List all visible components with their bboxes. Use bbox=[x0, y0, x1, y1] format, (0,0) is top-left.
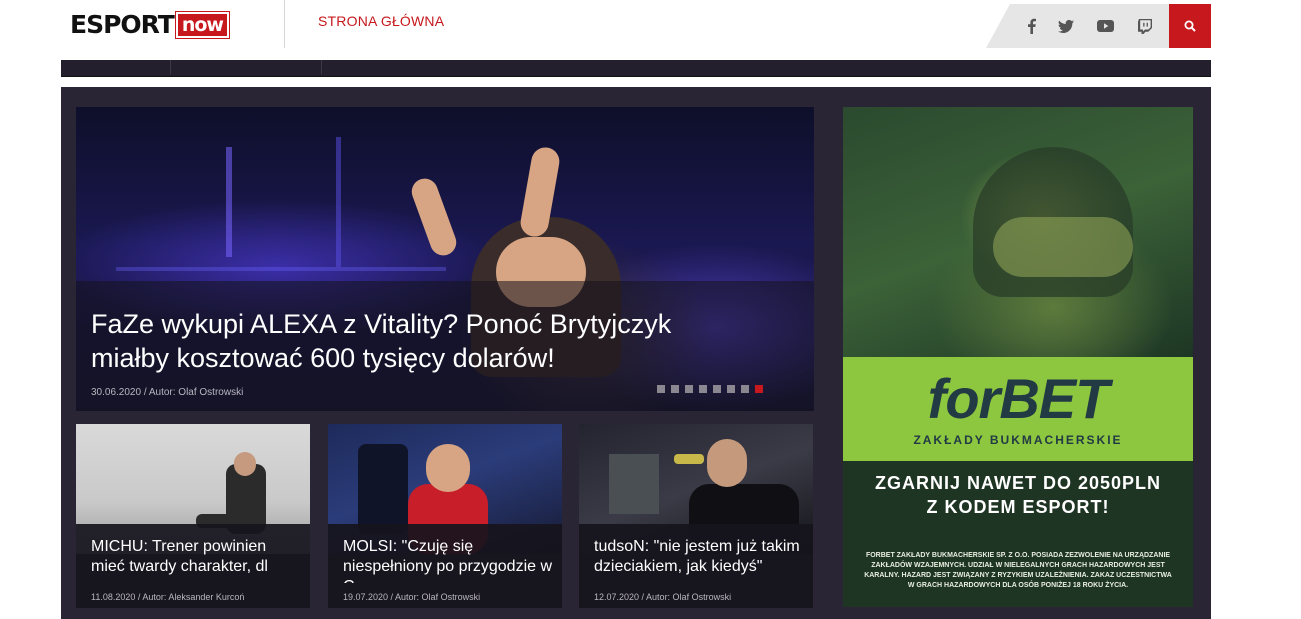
slider-dot[interactable] bbox=[657, 385, 665, 393]
facebook-icon[interactable] bbox=[1022, 17, 1040, 35]
article-meta: 11.08.2020 / Autor: Aleksander Kurcoń bbox=[91, 592, 245, 602]
slider-dot[interactable] bbox=[713, 385, 721, 393]
header-divider bbox=[284, 0, 285, 48]
ad-logo: forBET bbox=[927, 367, 1110, 430]
ad-legal-text: FORBET ZAKŁADY BUKMACHERSKIE SP. Z O.O. … bbox=[864, 552, 1172, 589]
ad-subtitle: ZAKŁADY BUKMACHERSKIE bbox=[913, 433, 1123, 447]
ad-promo-line-1: ZGARNIJ NAWET DO 2050PLN bbox=[874, 473, 1162, 493]
nav-home-link[interactable]: STRONA GŁÓWNA bbox=[318, 13, 444, 29]
featured-section: FaZe wykupi ALEXA z Vitality? Ponoć Bryt… bbox=[61, 87, 1211, 619]
hero-article[interactable]: FaZe wykupi ALEXA z Vitality? Ponoć Bryt… bbox=[76, 107, 814, 411]
social-links-bar bbox=[986, 4, 1169, 48]
ad-promo-line-2: Z KODEM ESPORT! bbox=[926, 497, 1110, 517]
ad-promo: ZGARNIJ NAWET DO 2050PLN Z KODEM ESPORT! bbox=[863, 471, 1173, 519]
forbet-advertisement[interactable]: forBET ZAKŁADY BUKMACHERSKIE ZGARNIJ NAW… bbox=[843, 107, 1193, 607]
site-header: ESPORT now STRONA GŁÓWNA bbox=[0, 0, 1301, 60]
slider-dot[interactable] bbox=[685, 385, 693, 393]
nav-separator bbox=[321, 60, 322, 74]
article-title[interactable]: MOLSI: "Czuję się niespełniony po przygo… bbox=[343, 537, 553, 583]
twitter-icon[interactable] bbox=[1057, 17, 1075, 35]
slider-dots bbox=[657, 385, 763, 393]
slider-dot[interactable] bbox=[741, 385, 749, 393]
article-meta: 19.07.2020 / Autor: Olaf Ostrowski bbox=[343, 592, 481, 602]
article-title[interactable]: MICHU: Trener powinien mieć twardy chara… bbox=[91, 537, 301, 583]
logo-now-badge: now bbox=[174, 11, 230, 39]
hero-image-detail bbox=[226, 147, 232, 257]
logo-esport-text: ESPORT bbox=[70, 10, 175, 39]
slider-dot[interactable] bbox=[671, 385, 679, 393]
hero-image-detail bbox=[336, 137, 341, 267]
article-card[interactable]: MOLSI: "Czuję się niespełniony po przygo… bbox=[328, 424, 562, 608]
article-title[interactable]: tudsoN: "nie jestem już takim dzieciakie… bbox=[594, 537, 804, 583]
hero-title[interactable]: FaZe wykupi ALEXA z Vitality? Ponoć Bryt… bbox=[91, 307, 741, 375]
slider-dot[interactable] bbox=[755, 385, 763, 393]
hero-image-arm bbox=[408, 174, 460, 260]
article-card[interactable]: MICHU: Trener powinien mieć twardy chara… bbox=[76, 424, 310, 608]
hero-meta: 30.06.2020 / Autor: Olaf Ostrowski bbox=[91, 387, 244, 398]
hero-image-detail bbox=[116, 267, 446, 271]
slider-dot[interactable] bbox=[699, 385, 707, 393]
youtube-icon[interactable] bbox=[1096, 17, 1114, 35]
search-icon bbox=[1184, 20, 1196, 32]
article-meta: 12.07.2020 / Autor: Olaf Ostrowski bbox=[594, 592, 732, 602]
secondary-nav-bar bbox=[61, 60, 1211, 77]
ad-image bbox=[843, 107, 1193, 357]
article-card[interactable]: tudsoN: "nie jestem już takim dzieciakie… bbox=[579, 424, 813, 608]
search-button[interactable] bbox=[1169, 4, 1211, 48]
twitch-icon[interactable] bbox=[1136, 17, 1154, 35]
site-logo[interactable]: ESPORT now bbox=[70, 10, 230, 39]
nav-separator bbox=[170, 60, 171, 74]
slider-dot[interactable] bbox=[727, 385, 735, 393]
